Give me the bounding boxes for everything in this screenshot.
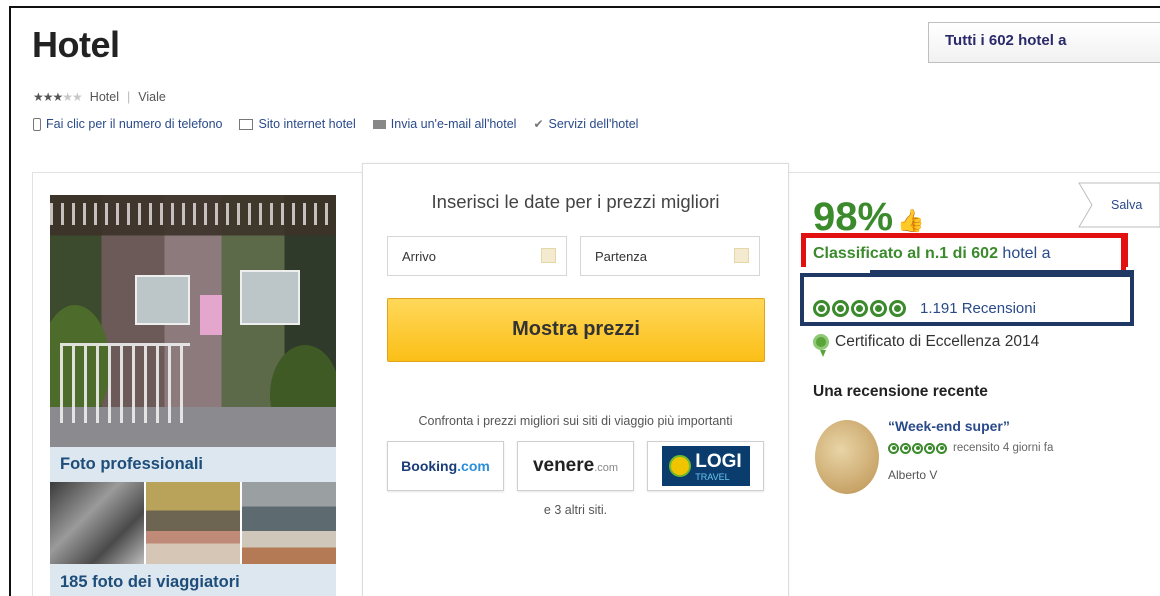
thumbs-up-icon: 👍	[897, 207, 925, 233]
certificate-label: Certificato di Eccellenza 2014	[835, 333, 1040, 350]
checkout-label: Partenza	[595, 249, 648, 264]
rating-bubble-icon	[813, 300, 830, 317]
photo-pink-panel	[200, 295, 222, 335]
review-date: recensito 4 giorni fa	[953, 442, 1054, 454]
checkin-label: Arrivo	[402, 249, 436, 264]
main-hotel-photo[interactable]	[50, 195, 336, 447]
amenities-link[interactable]: ✔ Servizi dell'hotel	[533, 117, 638, 131]
review-author[interactable]: Alberto V	[888, 468, 937, 482]
phone-link[interactable]: Fai clic per il numero di telefono	[33, 117, 222, 131]
hotel-meta-row: ★★★★★ Hotel | Viale	[33, 90, 166, 104]
phone-icon	[33, 117, 41, 131]
annotation-blue-box-edge	[870, 270, 1134, 275]
reviews-count: 1.191 Recensioni	[920, 300, 1036, 317]
partner-booking-button[interactable]: Booking.com	[387, 441, 504, 491]
rating-bubble-icon	[900, 442, 911, 454]
professional-photos-link[interactable]: Foto professionali	[50, 447, 336, 482]
page-title: Hotel	[32, 24, 120, 65]
rating-bubble-icon	[924, 442, 935, 454]
avatar[interactable]	[815, 420, 879, 494]
rating-bubble-icon	[832, 300, 849, 317]
phone-link-label: Fai clic per il numero di telefono	[46, 117, 223, 131]
rating-bubble-icon	[912, 442, 923, 454]
ranking-link[interactable]: Classificato al n.1 di 602 hotel a	[813, 245, 1050, 263]
bubble-rating	[813, 300, 908, 317]
thumbnail-photo[interactable]	[50, 482, 144, 564]
show-prices-button[interactable]: Mostra prezzi	[387, 298, 765, 362]
review-quote-link[interactable]: “Week-end super”	[888, 418, 1010, 434]
all-hotels-button[interactable]: Tutti i 602 hotel a	[928, 22, 1160, 63]
annotation-red-box-edge	[1121, 233, 1126, 271]
email-link-label: Invia un'e-mail all'hotel	[390, 117, 517, 131]
rating-bubble-icon	[888, 442, 899, 454]
hotel-street: Viale	[138, 90, 166, 104]
thumbnail-photo[interactable]	[146, 482, 240, 564]
monitor-icon	[239, 118, 254, 130]
booking-panel: Inserisci le date per i prezzi migliori …	[362, 163, 789, 596]
email-link[interactable]: Invia un'e-mail all'hotel	[372, 117, 517, 131]
divider: |	[126, 90, 131, 104]
reviews-link[interactable]: 1.191 Recensioni	[813, 300, 1036, 317]
ranking-text: Classificato al n.1 di 602	[813, 245, 998, 262]
photo-window	[240, 270, 300, 325]
traveller-photos-link[interactable]: 185 foto dei viaggiatori	[50, 564, 336, 596]
photo-fence	[60, 343, 190, 423]
hotel-links: Fai clic per il numero di telefono Sito …	[33, 117, 655, 131]
mail-icon	[372, 119, 386, 129]
recent-review-heading: Una recensione recente	[813, 383, 988, 400]
save-button[interactable]: Salva	[1078, 182, 1160, 228]
globe-icon	[669, 455, 692, 477]
website-link[interactable]: Sito internet hotel	[239, 117, 356, 131]
website-link-label: Sito internet hotel	[258, 117, 356, 131]
rating-bubble-icon	[936, 442, 947, 454]
amenities-link-label: Servizi dell'hotel	[548, 117, 639, 131]
rating-bubble-icon	[870, 300, 887, 317]
medal-icon	[813, 334, 829, 357]
booking-logo: Booking.com	[401, 458, 490, 474]
photo-window	[135, 275, 190, 325]
traveller-photo-thumbnails	[50, 482, 336, 564]
calendar-icon	[734, 248, 749, 263]
checkin-date-field[interactable]: Arrivo	[387, 236, 567, 276]
ranking-suffix: hotel a	[1002, 245, 1051, 262]
booking-title: Inserisci le date per i prezzi migliori	[431, 191, 720, 212]
partner-venere-button[interactable]: venere.com	[517, 441, 634, 491]
checkout-date-field[interactable]: Partenza	[580, 236, 760, 276]
certificate-of-excellence: Certificato di Eccellenza 2014	[813, 333, 1040, 357]
check-icon: ✔	[533, 117, 544, 131]
save-label: Salva	[1111, 198, 1143, 212]
compare-prices-text: Confronta i prezzi migliori sui siti di …	[418, 414, 733, 428]
logitravel-logo: LOGI TRAVEL	[661, 446, 750, 486]
partner-logitravel-button[interactable]: LOGI TRAVEL	[647, 441, 764, 491]
rating-bubble-icon	[851, 300, 868, 317]
venere-logo: venere.com	[532, 455, 619, 476]
thumbnail-photo[interactable]	[242, 482, 336, 564]
hotel-category: Hotel	[89, 90, 119, 104]
star-rating: ★★★★★	[33, 90, 83, 104]
calendar-icon	[541, 248, 556, 263]
review-meta: recensito 4 giorni fa	[888, 442, 1053, 454]
photo-balcony-rail	[50, 203, 336, 225]
more-sites-link[interactable]: e 3 altri siti.	[363, 503, 788, 517]
rating-bubble-icon	[889, 300, 906, 317]
